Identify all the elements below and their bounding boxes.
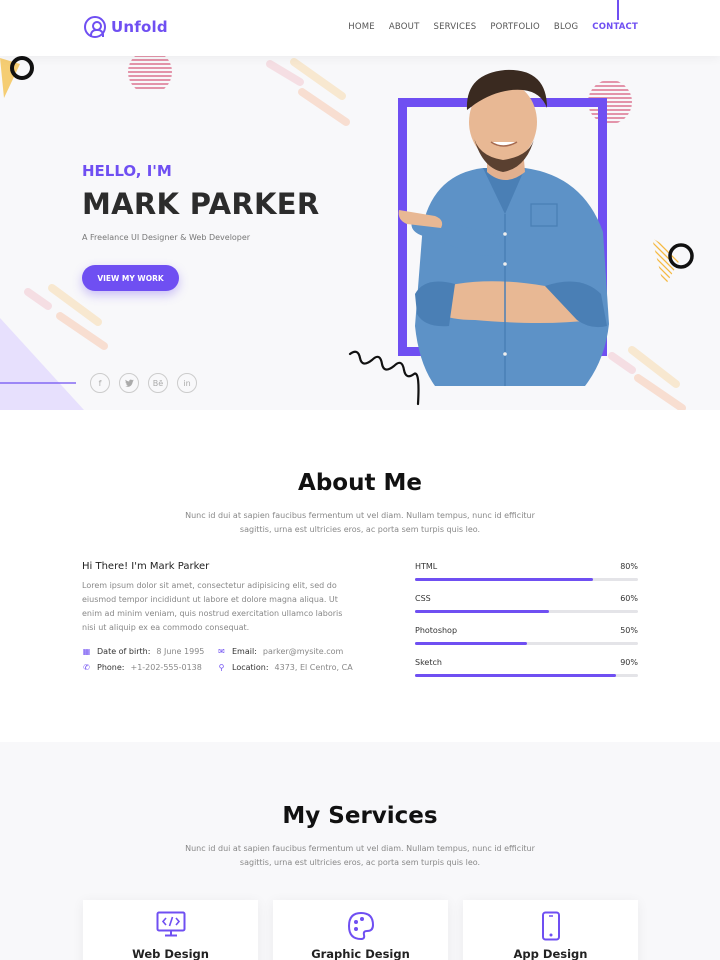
facebook-icon[interactable]: f bbox=[90, 373, 110, 393]
nav-home[interactable]: HOME bbox=[348, 22, 375, 32]
services-subtitle-2: sagittis, urna est ultricies eros, ac po… bbox=[239, 858, 481, 867]
service-card-app-design[interactable]: App Design bbox=[463, 900, 638, 960]
skill-name: HTML bbox=[415, 562, 438, 571]
skill-track bbox=[415, 674, 638, 677]
twitter-icon[interactable] bbox=[119, 373, 139, 393]
view-my-work-button[interactable]: VIEW MY WORK bbox=[82, 265, 179, 291]
logo-text: Unfold bbox=[111, 18, 168, 36]
nav-active-indicator bbox=[617, 0, 619, 20]
info-phone: ✆ Phone: +1-202-555-0138 bbox=[82, 663, 202, 672]
main-nav: HOME ABOUT SERVICES PORTFOLIO BLOG CONTA… bbox=[348, 22, 638, 32]
about-subtitle-2: sagittis, urna est ultricies eros, ac po… bbox=[239, 525, 481, 534]
skill-fill bbox=[415, 578, 594, 581]
skill-fill bbox=[415, 610, 549, 613]
calendar-icon: ▦ bbox=[82, 647, 91, 656]
hero-name: MARK PARKER bbox=[82, 187, 320, 221]
info-location: ⚲ Location: 4373, El Centro, CA bbox=[217, 663, 353, 672]
nav-blog[interactable]: BLOG bbox=[554, 22, 578, 32]
social-links: f Bē in bbox=[90, 373, 197, 393]
logo[interactable]: Unfold bbox=[84, 16, 168, 38]
hero-greeting: HELLO, I'M bbox=[82, 162, 172, 180]
services-title: My Services bbox=[282, 803, 438, 829]
location-value: 4373, El Centro, CA bbox=[274, 663, 353, 672]
location-label: Location: bbox=[232, 663, 269, 672]
skill-percent: 90% bbox=[620, 658, 638, 667]
email-label: Email: bbox=[232, 647, 257, 656]
info-dob: ▦ Date of birth: 8 June 1995 bbox=[82, 647, 205, 656]
skill-photoshop: Photoshop 50% bbox=[415, 626, 638, 645]
phone-value: +1-202-555-0138 bbox=[130, 663, 202, 672]
profile-photo bbox=[398, 69, 609, 386]
about-subtitle-1: Nunc id dui at sapien faucibus fermentum… bbox=[185, 511, 535, 520]
smartphone-icon bbox=[541, 911, 560, 941]
palette-icon bbox=[347, 911, 374, 941]
skill-track bbox=[415, 578, 638, 581]
logo-icon bbox=[84, 16, 106, 38]
skill-name: Sketch bbox=[415, 658, 442, 667]
location-pin-icon: ⚲ bbox=[218, 663, 225, 672]
skill-name: Photoshop bbox=[415, 626, 458, 635]
dob-label: Date of birth: bbox=[97, 647, 151, 656]
monitor-code-icon bbox=[156, 911, 185, 937]
about-paragraph: Lorem ipsum dolor sit amet, consectetur … bbox=[82, 581, 343, 632]
skill-sketch: Sketch 90% bbox=[415, 658, 638, 677]
skill-percent: 60% bbox=[620, 594, 638, 603]
hero-section: HELLO, I'M MARK PARKER A Freelance UI De… bbox=[0, 56, 720, 410]
skill-percent: 80% bbox=[620, 562, 638, 571]
about-title: About Me bbox=[298, 470, 422, 496]
hero-role: A Freelance UI Designer & Web Developer bbox=[82, 233, 251, 242]
dob-value: 8 June 1995 bbox=[156, 647, 205, 656]
skill-track bbox=[415, 610, 638, 613]
behance-icon[interactable]: Bē bbox=[148, 373, 168, 393]
skill-percent: 50% bbox=[620, 626, 638, 635]
mail-icon: ✉ bbox=[218, 647, 225, 656]
phone-icon: ✆ bbox=[83, 663, 90, 672]
skill-html: HTML 80% bbox=[415, 562, 638, 581]
site-header: Unfold HOME ABOUT SERVICES PORTFOLIO BLO… bbox=[0, 0, 720, 56]
phone-label: Phone: bbox=[97, 663, 125, 672]
nav-services[interactable]: SERVICES bbox=[433, 22, 476, 32]
skill-name: CSS bbox=[415, 594, 431, 603]
service-card-title: Graphic Design bbox=[311, 947, 410, 960]
skill-fill bbox=[415, 642, 527, 645]
service-card-web-design[interactable]: Web Design bbox=[83, 900, 258, 960]
service-card-title: App Design bbox=[513, 947, 588, 960]
skill-css: CSS 60% bbox=[415, 594, 638, 613]
skill-fill bbox=[415, 674, 616, 677]
info-email: ✉ Email: parker@mysite.com bbox=[217, 647, 343, 656]
service-card-graphic-design[interactable]: Graphic Design bbox=[273, 900, 448, 960]
nav-about[interactable]: ABOUT bbox=[389, 22, 420, 32]
nav-contact[interactable]: CONTACT bbox=[592, 22, 638, 32]
about-heading: Hi There! I'm Mark Parker bbox=[82, 561, 210, 572]
linkedin-icon[interactable]: in bbox=[177, 373, 197, 393]
nav-portfolio[interactable]: PORTFOLIO bbox=[490, 22, 540, 32]
email-value[interactable]: parker@mysite.com bbox=[263, 647, 343, 656]
services-subtitle-1: Nunc id dui at sapien faucibus fermentum… bbox=[185, 844, 535, 853]
service-card-title: Web Design bbox=[132, 947, 209, 960]
skill-track bbox=[415, 642, 638, 645]
